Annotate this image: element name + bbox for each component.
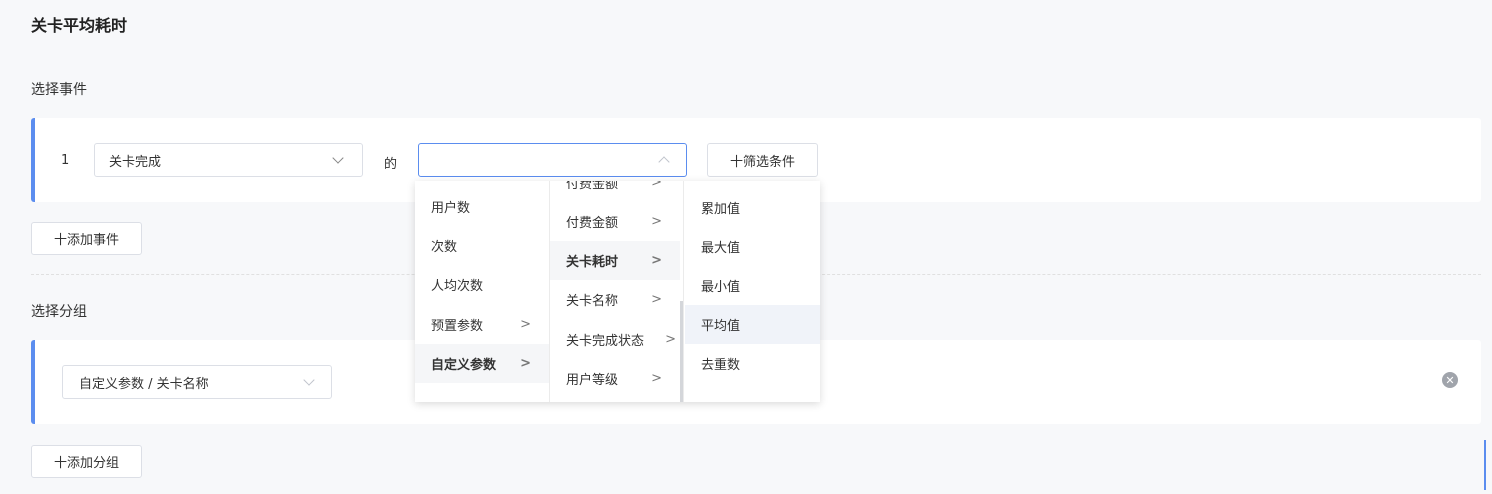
event-select-value: 关卡完成 (109, 154, 162, 170)
close-circle-icon[interactable]: ✕ (1442, 372, 1458, 388)
menu-item-sum[interactable]: 累加值 (685, 188, 820, 227)
column-divider (683, 181, 684, 402)
menu-item-min[interactable]: 最小值 (685, 266, 820, 305)
chevron-right-icon: > (651, 371, 662, 386)
menu-item-count[interactable]: 次数 (415, 226, 549, 265)
page-title: 关卡平均耗时 (31, 16, 128, 35)
chevron-right-icon: > (651, 292, 662, 307)
dropdown-column-2: 付费金额 > 付费金额 > 关卡耗时 > 关卡名称 > 关卡完成状态 > 用户等… (550, 181, 680, 402)
event-row-index: 1 (61, 153, 70, 168)
chevron-down-icon (332, 152, 344, 164)
section-title-event: 选择事件 (31, 82, 87, 98)
chevron-right-icon: > (520, 317, 531, 332)
menu-item-level-name[interactable]: 关卡名称 > (550, 280, 680, 319)
menu-item-pay-amount-partial[interactable]: 付费金额 > (550, 181, 680, 202)
group-select-value: 自定义参数 / 关卡名称 (79, 376, 209, 392)
chevron-right-icon: > (651, 181, 662, 190)
dropdown-column-1: 用户数 次数 人均次数 预置参数 > 自定义参数 > (415, 181, 549, 402)
menu-item-user-level[interactable]: 用户等级 > (550, 359, 680, 398)
chevron-down-icon (303, 374, 315, 386)
chevron-right-icon: > (651, 253, 662, 268)
chevron-right-icon: > (651, 214, 662, 229)
menu-item-distinct[interactable]: 去重数 (685, 344, 820, 383)
menu-item-level-complete-status[interactable]: 关卡完成状态 > (550, 320, 680, 359)
event-select[interactable]: 关卡完成 (94, 143, 363, 177)
menu-item-preset-params[interactable]: 预置参数 > (415, 305, 549, 344)
metric-dropdown: 用户数 次数 人均次数 预置参数 > 自定义参数 > 付费金额 > 付费金额 >… (415, 181, 820, 402)
add-event-button[interactable]: 十添加事件 (31, 222, 142, 255)
chevron-right-icon: > (520, 356, 531, 371)
add-group-button[interactable]: 十添加分组 (31, 445, 142, 478)
chevron-right-icon: > (665, 332, 676, 347)
menu-item-max[interactable]: 最大值 (685, 227, 820, 266)
menu-item-average[interactable]: 平均值 (685, 305, 820, 344)
menu-item-user-count[interactable]: 用户数 (415, 187, 549, 226)
dropdown-column-3: 累加值 最大值 最小值 平均值 去重数 (685, 181, 820, 402)
section-title-group: 选择分组 (31, 304, 87, 320)
menu-item-custom-params[interactable]: 自定义参数 > (415, 344, 549, 383)
scroll-indicator (1484, 440, 1486, 490)
chevron-up-icon (658, 156, 670, 168)
connector-label: 的 (384, 157, 398, 172)
menu-item-level-time[interactable]: 关卡耗时 > (550, 241, 680, 280)
group-select[interactable]: 自定义参数 / 关卡名称 (62, 365, 332, 399)
menu-item-avg-count[interactable]: 人均次数 (415, 265, 549, 304)
menu-item-pay-amount[interactable]: 付费金额 > (550, 202, 680, 241)
add-filter-button[interactable]: 十筛选条件 (707, 143, 818, 177)
metric-select[interactable] (418, 143, 687, 177)
